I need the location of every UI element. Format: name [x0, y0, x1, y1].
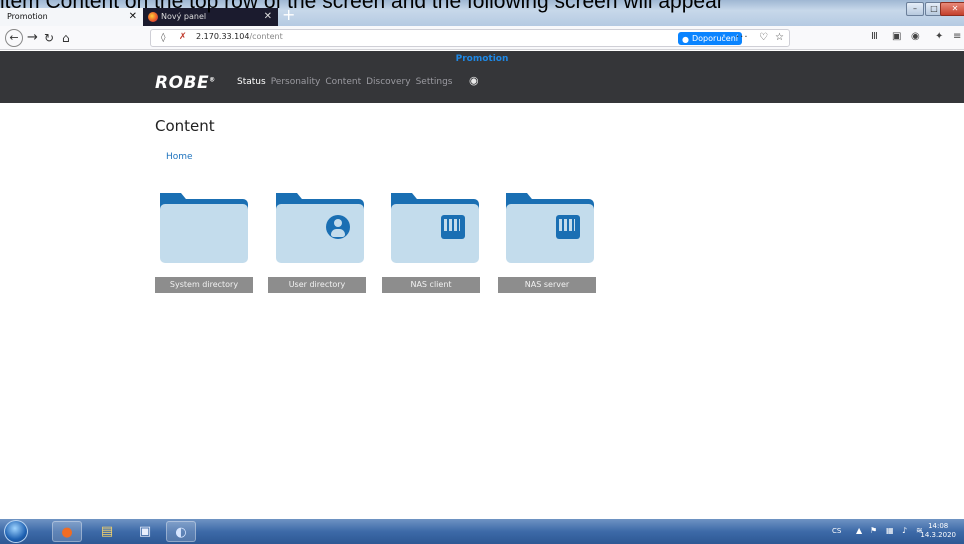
folder-icon — [160, 204, 248, 263]
eye-icon[interactable]: ◉ — [469, 74, 479, 87]
extensions-icon[interactable]: ✦ — [935, 31, 943, 42]
bookmark-star-icon[interactable]: ☆ — [775, 32, 784, 43]
recommendation-button[interactable]: ● Doporučení — [678, 32, 742, 45]
back-arrow-icon[interactable]: ← — [5, 29, 23, 47]
menu-item-personality[interactable]: Personality — [271, 77, 321, 87]
forward-arrow-icon[interactable]: → — [27, 29, 38, 47]
user-icon — [326, 215, 350, 239]
more-actions-icon[interactable]: ··· — [736, 32, 749, 43]
clock-time: 14:08 — [928, 522, 949, 530]
nas-icon — [441, 215, 465, 239]
clock[interactable]: 14:08 14.3.2020 — [920, 522, 956, 540]
breadcrumb-home[interactable]: Home — [166, 152, 193, 162]
save-taskbar-icon[interactable]: ▣ — [130, 521, 160, 542]
tab-label: Nový panel — [161, 12, 207, 21]
main-menu: Status Personality Content Discovery Set… — [237, 77, 453, 87]
network-icon[interactable]: ▦ — [886, 526, 894, 535]
user-directory-folder[interactable] — [276, 193, 364, 263]
nas-client-folder[interactable] — [391, 193, 479, 263]
navigation-bar: ← → ↻ ⌂ ◊ ✗ 2.170.33.104/content ● Dopor… — [0, 26, 964, 50]
address-bar[interactable]: ◊ ✗ 2.170.33.104/content ● Doporučení ··… — [150, 29, 790, 47]
sidebar-icon[interactable]: ▣ — [892, 31, 901, 42]
url-text: 2.170.33.104/content — [196, 32, 283, 41]
library-icon[interactable]: Ⅲ — [871, 31, 878, 42]
tab-label: Promotion — [7, 12, 48, 21]
nas-server-folder[interactable] — [506, 193, 594, 263]
nas-icon — [556, 215, 580, 239]
folder-label-nas-server[interactable]: NAS server — [498, 277, 596, 293]
menu-item-settings[interactable]: Settings — [416, 77, 453, 87]
volume-icon[interactable]: ♪ — [902, 526, 907, 535]
folder-label-nas-client[interactable]: NAS client — [382, 277, 480, 293]
system-directory-folder[interactable] — [160, 193, 248, 263]
insecure-lock-icon[interactable]: ✗ — [179, 32, 187, 42]
shield-icon[interactable]: ◊ — [161, 33, 165, 43]
site-header: Promotion ROBE® Status Personality Conte… — [0, 51, 964, 103]
menu-item-discovery[interactable]: Discovery — [366, 77, 410, 87]
explorer-taskbar-icon[interactable]: ▤ — [92, 521, 122, 542]
start-button[interactable] — [4, 520, 28, 543]
reload-icon[interactable]: ↻ — [44, 29, 54, 47]
recommendation-label: Doporučení — [692, 34, 738, 43]
tray-arrow-icon[interactable]: ▲ — [856, 526, 862, 535]
site-subtitle: Promotion — [455, 54, 509, 64]
menu-item-status[interactable]: Status — [237, 77, 266, 87]
system-tray: CS ▲ ⚑ ▦ ♪ ≋ 14:08 14.3.2020 — [824, 519, 964, 544]
menu-item-content[interactable]: Content — [325, 77, 361, 87]
bulb-icon: ● — [682, 35, 689, 44]
page-title: Content — [155, 117, 215, 135]
windows-taskbar: ● ▤ ▣ ◐ CS ▲ ⚑ ▦ ♪ ≋ 14:08 14.3.2020 — [0, 519, 964, 544]
paint-taskbar-icon[interactable]: ◐ — [166, 521, 196, 542]
firefox-taskbar-icon[interactable]: ● — [52, 521, 82, 542]
clock-date: 14.3.2020 — [920, 531, 956, 539]
caption-text: item Content on the top row of the scree… — [0, 0, 724, 13]
folder-label-system[interactable]: System directory — [155, 277, 253, 293]
pocket-icon[interactable]: ♡ — [759, 32, 768, 43]
home-icon[interactable]: ⌂ — [62, 29, 70, 47]
flag-icon[interactable]: ⚑ — [870, 526, 877, 535]
folder-label-user[interactable]: User directory — [268, 277, 366, 293]
account-icon[interactable]: ◉ — [911, 31, 920, 42]
firefox-icon — [148, 12, 158, 22]
menu-icon[interactable]: ≡ — [953, 31, 961, 42]
language-indicator[interactable]: CS — [832, 527, 841, 535]
robe-logo[interactable]: ROBE® — [155, 73, 216, 93]
